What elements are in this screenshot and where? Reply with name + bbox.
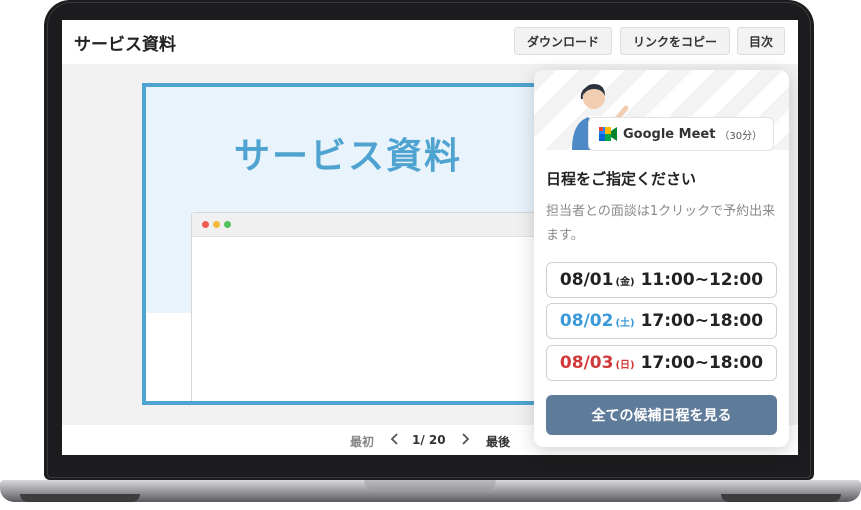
mock-browser-titlebar [192,213,558,237]
slot-date: 08/03 [559,353,614,373]
chevron-right-icon[interactable] [460,433,470,448]
document-title: サービス資料 [74,34,176,55]
last-page-button[interactable]: 最後 [486,433,510,450]
time-slot-button[interactable]: 08/03 (日) 17:00~18:00 [546,345,777,381]
slot-day-of-week: (土) [615,317,635,329]
slot-day-of-week: (日) [615,359,635,371]
laptop-foot-left [20,494,140,502]
first-page-button[interactable]: 最初 [350,433,374,450]
time-slot-button[interactable]: 08/02 (土) 17:00~18:00 [546,303,777,339]
booking-heading: 日程をご指定ください [546,170,697,188]
download-button[interactable]: ダウンロード [514,27,612,55]
view-all-slots-button[interactable]: 全ての候補日程を見る [546,395,777,435]
time-slot-button[interactable]: 08/01 (金) 11:00~12:00 [546,262,777,298]
copy-link-button[interactable]: リンクをコピー [620,27,730,55]
slot-time: 11:00~12:00 [640,270,764,290]
slot-date: 08/02 [559,311,614,331]
page-indicator: 1/ 20 [412,433,446,447]
slide-title: サービス資料 [234,136,463,177]
mock-browser-window [191,212,558,401]
window-close-dot [202,221,209,228]
booking-widget-header: Google Meet （30分） [534,70,789,151]
laptop-foot-right [721,494,841,502]
window-maximize-dot [224,221,231,228]
booking-widget: Google Meet （30分） 日程をご指定ください 担当者との面談は1クリ… [534,70,789,447]
meeting-service-badge: Google Meet （30分） [588,117,774,151]
toc-button[interactable]: 目次 [737,27,785,55]
window-minimize-dot [213,221,220,228]
laptop-notch [364,480,496,490]
slide-preview: サービス資料 [142,83,562,405]
meeting-duration: （30分） [719,130,763,142]
document-header: サービス資料 ダウンロード リンクをコピー 目次 [62,20,798,64]
slot-time: 17:00~18:00 [640,353,764,373]
booking-description: 担当者との面談は1クリックで予約出来ます。 [546,204,776,243]
chevron-left-icon[interactable] [390,433,400,448]
slot-date: 08/01 [559,270,614,290]
google-meet-icon [599,127,617,141]
slot-time: 17:00~18:00 [640,311,764,331]
meeting-service-name: Google Meet [623,126,716,142]
slot-day-of-week: (金) [615,276,635,288]
